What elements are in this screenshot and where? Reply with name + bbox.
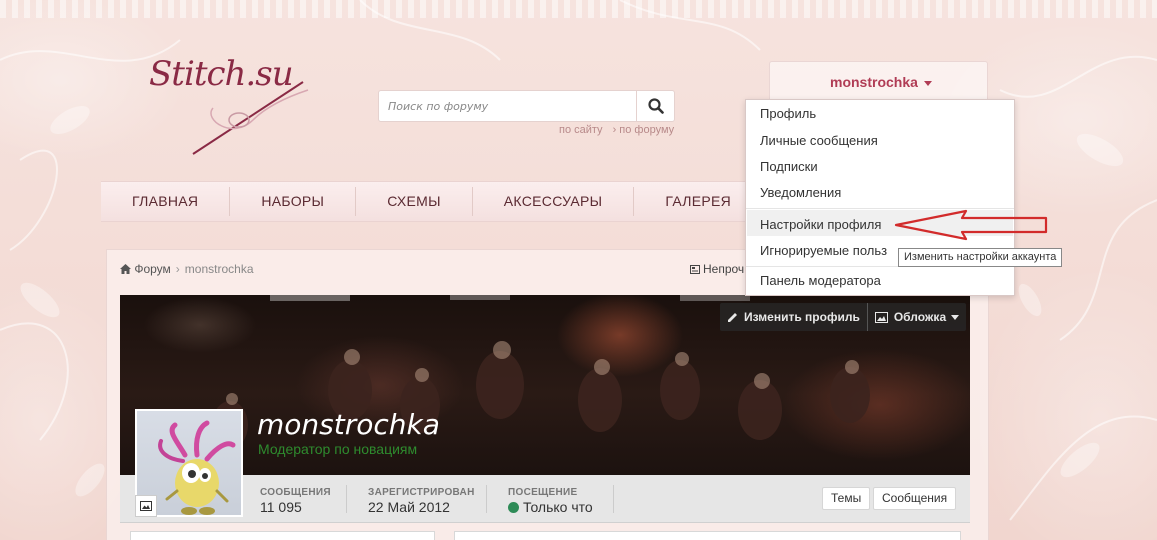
edit-profile-label: Изменить профиль <box>744 310 860 324</box>
menu-item-profile[interactable]: Профиль <box>760 106 816 121</box>
pencil-icon <box>728 312 737 322</box>
stat-visit: ПОСЕЩЕНИЕ Только что <box>508 487 593 515</box>
breadcrumb-forum[interactable]: Форум <box>134 262 170 276</box>
menu-item-notifications[interactable]: Уведомления <box>760 185 841 200</box>
stat-divider <box>613 485 614 513</box>
stat-posts-value: 11 095 <box>260 499 302 515</box>
breadcrumb-current: monstrochka <box>184 262 254 276</box>
caret-down-icon <box>924 81 932 86</box>
nav-item-gallery[interactable]: ГАЛЕРЕЯ <box>634 187 762 216</box>
edit-profile-button[interactable]: Изменить профиль <box>720 303 867 331</box>
profile-role: Модератор по новациям <box>258 441 418 457</box>
stat-posts-label: СООБЩЕНИЯ <box>260 487 331 498</box>
home-icon <box>120 264 131 274</box>
change-avatar-button[interactable] <box>135 495 157 517</box>
annotation-arrow-icon <box>894 209 1048 241</box>
breadcrumb-separator: › <box>175 262 180 276</box>
nav-item-kits[interactable]: НАБОРЫ <box>230 187 357 216</box>
scope-forum-link[interactable]: › по форуму <box>613 124 685 136</box>
breadcrumb: Форум › monstrochka <box>120 262 254 276</box>
unread-icon <box>690 265 700 274</box>
main-nav: ГЛАВНАЯ НАБОРЫ СХЕМЫ АКСЕССУАРЫ ГАЛЕРЕЯ <box>101 181 751 222</box>
stat-registered-value: 22 Май 2012 <box>368 499 450 515</box>
nav-item-home[interactable]: ГЛАВНАЯ <box>101 187 231 216</box>
menu-item-messages[interactable]: Личные сообщения <box>760 133 878 148</box>
needle-thread-icon <box>192 81 309 155</box>
unread-content-link[interactable]: Непроч <box>690 262 744 276</box>
image-icon <box>140 501 152 511</box>
stat-divider <box>346 485 347 513</box>
cover-actions: Изменить профиль Обложка <box>720 303 967 331</box>
tooltip: Изменить настройки аккаунта <box>898 248 1063 267</box>
menu-item-moderator-panel[interactable]: Панель модератора <box>760 273 881 288</box>
search-scope: по сайту › по форуму <box>559 124 694 136</box>
site-logo[interactable]: Stitch.su <box>143 50 313 160</box>
menu-item-profile-settings[interactable]: Настройки профиля <box>760 217 881 232</box>
profile-info-panel <box>130 531 435 540</box>
profile-name: monstrochka <box>257 408 440 441</box>
online-status-icon <box>508 501 519 513</box>
search-icon <box>647 98 664 114</box>
nav-item-patterns[interactable]: СХЕМЫ <box>356 187 473 216</box>
stat-posts: СООБЩЕНИЯ 11 095 <box>260 487 331 515</box>
stat-registered: ЗАРЕГИСТРИРОВАН 22 Май 2012 <box>368 487 475 515</box>
menu-item-ignored-users[interactable]: Игнорируемые польз <box>760 243 887 258</box>
scope-site-link[interactable]: по сайту <box>559 124 603 136</box>
cover-label: Обложка <box>893 310 947 324</box>
stat-visit-label: ПОСЕЩЕНИЕ <box>508 487 578 498</box>
topics-button[interactable]: Темы <box>822 487 871 510</box>
caret-down-icon <box>951 314 960 320</box>
image-icon <box>874 311 888 323</box>
search-button[interactable] <box>636 91 674 121</box>
search-box <box>378 90 675 122</box>
stat-visit-value: Только что <box>508 499 593 515</box>
unread-label: Непроч <box>703 262 745 276</box>
stat-registered-label: ЗАРЕГИСТРИРОВАН <box>368 487 475 498</box>
profile-activity-panel <box>454 531 961 540</box>
scope-forum-label: по форуму <box>619 124 675 136</box>
menu-item-subscriptions[interactable]: Подписки <box>760 159 818 174</box>
stat-divider <box>486 485 487 513</box>
cover-menu-button[interactable]: Обложка <box>866 303 966 331</box>
top-lace-border <box>0 0 1157 18</box>
posts-button[interactable]: Сообщения <box>873 487 957 510</box>
user-name: monstrochka <box>830 74 918 90</box>
search-input[interactable] <box>379 91 637 121</box>
stat-visit-text: Только что <box>523 499 593 515</box>
nav-item-accessories[interactable]: АКСЕССУАРЫ <box>473 187 635 216</box>
